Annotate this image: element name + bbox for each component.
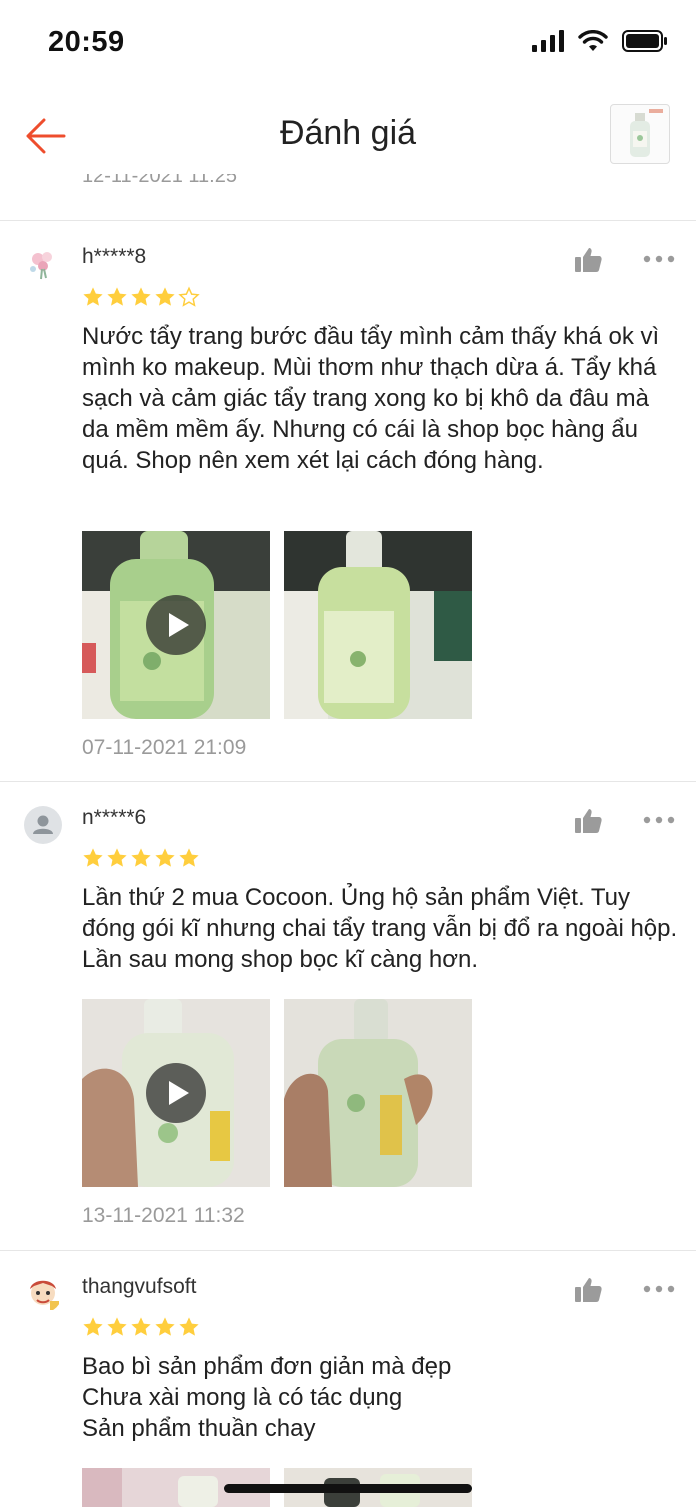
play-icon — [169, 1081, 189, 1105]
reviewer-username: h*****8 — [82, 245, 147, 268]
status-icons — [532, 30, 668, 52]
cellular-signal-icon — [532, 30, 564, 52]
more-options-icon[interactable] — [642, 815, 676, 825]
page-title: Đánh giá — [279, 114, 417, 152]
avatar[interactable] — [24, 806, 62, 844]
star-filled-icon — [107, 1317, 127, 1336]
previous-review-date: 12-11-2021 11:25 — [82, 174, 237, 187]
review-video-thumbnail[interactable] — [82, 999, 270, 1187]
thumbs-up-icon[interactable] — [574, 808, 602, 834]
review-text: Bao bì sản phẩm đơn giản mà đẹp Chưa xài… — [82, 1351, 678, 1444]
thumbs-up-icon[interactable] — [574, 1277, 602, 1303]
review-photo-image — [284, 531, 472, 719]
star-filled-icon — [131, 1317, 151, 1336]
more-options-icon[interactable] — [642, 1284, 676, 1294]
star-filled-icon — [131, 287, 151, 306]
status-time: 20:59 — [48, 26, 125, 58]
review-video-thumbnail[interactable] — [82, 531, 270, 719]
thumbs-up-icon[interactable] — [574, 247, 602, 273]
avatar[interactable] — [24, 245, 62, 283]
review-text-line: Chưa xài mong là có tác dụng — [82, 1384, 403, 1411]
star-filled-icon — [83, 848, 103, 867]
reviewer-username: thangvufsoft — [82, 1275, 197, 1298]
header: Đánh giá — [0, 88, 696, 180]
review-photo-image — [284, 999, 472, 1187]
review-card: h*****8 Nước tẩy trang bước đầu tẩy mình… — [0, 221, 696, 781]
star-filled-icon — [179, 848, 199, 867]
reviewer-username: n*****6 — [82, 806, 147, 829]
wifi-icon — [578, 30, 608, 51]
star-filled-icon — [107, 287, 127, 306]
star-filled-icon — [83, 1317, 103, 1336]
star-filled-icon — [155, 1317, 175, 1336]
star-filled-icon — [155, 287, 175, 306]
star-filled-icon — [155, 848, 175, 867]
review-text: Nước tẩy trang bước đầu tẩy mình cảm thấ… — [82, 323, 660, 474]
review-photo-thumbnail[interactable] — [284, 531, 472, 719]
review-card: thangvufsoft Bao bì sản phẩm đơn giản mà… — [0, 1251, 696, 1507]
review-date: 07-11-2021 21:09 — [82, 736, 247, 759]
play-icon — [169, 613, 189, 637]
default-user-icon — [33, 815, 53, 834]
product-bottle-image — [630, 109, 663, 157]
battery-icon — [622, 30, 667, 52]
review-text: Lần thứ 2 mua Cocoon. Ủng hộ sản phẩm Vi… — [82, 884, 678, 973]
play-button[interactable] — [146, 1063, 206, 1123]
star-empty-icon — [178, 286, 200, 307]
cartoon-avatar-image — [30, 1280, 59, 1310]
product-thumbnail[interactable] — [610, 104, 670, 164]
review-card: n*****6 Lần thứ 2 mua Cocoon. Ủng hộ sản… — [0, 782, 696, 1250]
review-date: 13-11-2021 11:32 — [82, 1204, 245, 1227]
star-filled-icon — [131, 848, 151, 867]
star-rating — [82, 286, 200, 308]
review-text-line: Sản phẩm thuần chay — [82, 1415, 316, 1442]
review-text-line: Bao bì sản phẩm đơn giản mà đẹp — [82, 1353, 452, 1380]
more-options-icon[interactable] — [642, 254, 676, 264]
home-indicator[interactable] — [224, 1484, 472, 1493]
star-rating — [82, 1316, 200, 1338]
star-filled-icon — [107, 848, 127, 867]
status-bar: 20:59 — [0, 0, 696, 88]
review-photo-thumbnail[interactable] — [284, 999, 472, 1187]
play-button[interactable] — [146, 595, 206, 655]
avatar[interactable] — [24, 1275, 62, 1313]
star-filled-icon — [83, 287, 103, 306]
star-rating — [82, 847, 200, 869]
star-filled-icon — [179, 1317, 199, 1336]
